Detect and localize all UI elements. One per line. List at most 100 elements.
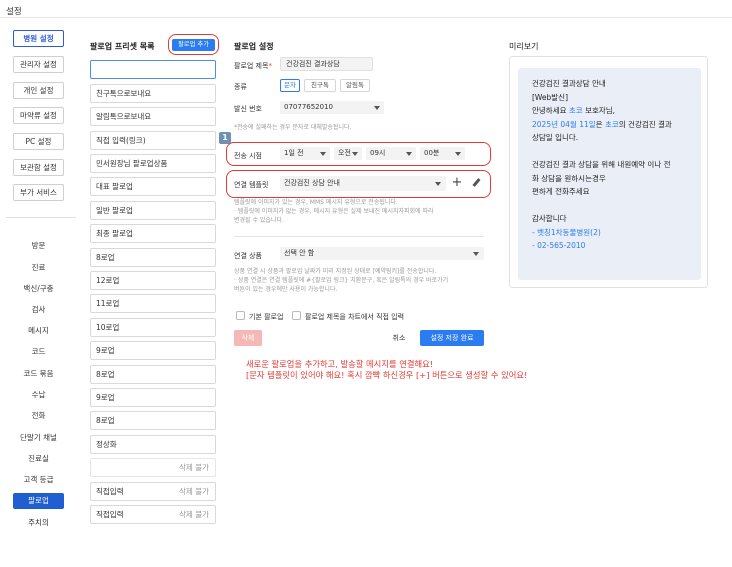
preset-item[interactable]: 최종 팔로업 bbox=[90, 224, 216, 243]
preset-item-label: 정상화 bbox=[96, 440, 117, 449]
preview-text: 건강검진 결과상담 안내 bbox=[532, 79, 606, 88]
preset-item-label: 11로업 bbox=[96, 299, 120, 308]
cancel-button[interactable]: 취소 bbox=[385, 330, 413, 346]
nav-item-10[interactable]: 진료실 bbox=[0, 453, 77, 464]
nav-item-3[interactable]: 검사 bbox=[0, 304, 77, 315]
preset-item[interactable]: 정상화 bbox=[90, 435, 216, 454]
preset-item[interactable]: 11로업 bbox=[90, 294, 216, 313]
save-settings-button[interactable]: 설정 저장 완료 bbox=[420, 330, 484, 346]
default-followup-label: 기본 팔로업 bbox=[249, 313, 284, 321]
preset-item-label: 친구톡으로보내요 bbox=[96, 89, 152, 98]
preview-text: 화 상담을 원하시는경우 bbox=[532, 173, 606, 183]
preview-text: 안녕하세요 bbox=[532, 106, 569, 115]
edit-template-icon[interactable] bbox=[469, 176, 483, 190]
divider bbox=[234, 236, 484, 237]
preview-text: [Web발신] bbox=[532, 92, 569, 102]
default-followup-checkbox[interactable] bbox=[236, 311, 245, 320]
nav-item-12[interactable]: 팔로업 bbox=[13, 493, 64, 509]
nav-item-2[interactable]: 백신/구충 bbox=[0, 283, 77, 294]
nav-button-6[interactable]: 부가 서비스 bbox=[13, 184, 64, 201]
nav-button-1[interactable]: 관리자 설정 bbox=[13, 56, 64, 73]
name-field[interactable]: 건강검진 결과상담 bbox=[280, 57, 373, 71]
preset-item-lock: 삭제 불가 bbox=[179, 463, 209, 472]
chevron-down-icon bbox=[352, 152, 358, 156]
add-template-icon[interactable]: + bbox=[450, 176, 464, 190]
preview-text: 초코 bbox=[568, 106, 583, 115]
product-select[interactable]: 선택 안 함 bbox=[280, 247, 484, 260]
product-label: 연결 상품 bbox=[234, 252, 262, 260]
preset-item-label: 10로업 bbox=[96, 323, 120, 332]
preview-text: - 02-565-2010 bbox=[532, 241, 586, 250]
preview-line: [Web발신] bbox=[532, 92, 568, 103]
type-label: 종류 bbox=[234, 83, 247, 91]
preset-item[interactable]: 9로업 bbox=[90, 388, 216, 407]
preset-item[interactable]: 8로업 bbox=[90, 365, 216, 384]
preset-item-label: 12로업 bbox=[96, 276, 120, 285]
template-label: 연결 템플릿 bbox=[234, 181, 269, 189]
preset-search-input[interactable] bbox=[90, 60, 216, 79]
preset-list-title: 팔로업 프리셋 목록 bbox=[90, 42, 155, 51]
nav-button-3[interactable]: 마약류 설정 bbox=[13, 107, 64, 124]
nav-item-7[interactable]: 수납 bbox=[0, 389, 77, 400]
preset-item-lock: 삭제 불가 bbox=[179, 510, 209, 519]
preset-item[interactable]: 알림톡으로보내요 bbox=[90, 107, 216, 126]
sender-select[interactable]: 07077652010 bbox=[280, 101, 384, 114]
product-hint: 상품 연결 시 상품과 팔로업 날짜가 미리 지정된 상태로 [예약팀키]를 전… bbox=[234, 268, 449, 293]
nav-item-13[interactable]: 주치의 bbox=[0, 517, 77, 528]
send-time-label: 전송 시점 bbox=[234, 152, 262, 160]
template-select[interactable]: 건강검진 상담 안내 bbox=[280, 176, 446, 191]
preview-line: 안녕하세요 초코 보호자님, bbox=[532, 105, 615, 116]
preset-item[interactable]: 직접 입력(링크) bbox=[90, 131, 216, 150]
nav-item-1[interactable]: 진료 bbox=[0, 262, 77, 273]
direct-input-label: 팔로업 제목을 차트에서 직접 입력 bbox=[305, 313, 405, 321]
nav-item-8[interactable]: 전화 bbox=[0, 410, 77, 421]
preset-item[interactable]: 10로업 bbox=[90, 318, 216, 337]
preset-item[interactable]: 일반 팔로업 bbox=[90, 201, 216, 220]
preview-text: 보호자님, bbox=[582, 106, 616, 115]
preset-item[interactable]: 삭제 불가 bbox=[90, 458, 216, 477]
preview-line: - 02-565-2010 bbox=[532, 240, 585, 251]
type-chip-0[interactable]: 문자 bbox=[280, 79, 300, 92]
preset-item[interactable]: 직접입력 삭제 불가 bbox=[90, 482, 216, 501]
nav-item-4[interactable]: 메시지 bbox=[0, 325, 77, 336]
nav-item-5[interactable]: 코드 bbox=[0, 346, 77, 357]
nav-button-0[interactable]: 병원 설정 bbox=[13, 30, 64, 47]
chevron-down-icon bbox=[320, 152, 326, 156]
preview-text: 은 bbox=[595, 119, 605, 129]
chevron-down-icon bbox=[435, 182, 441, 186]
preview-line: 감사합니다 bbox=[532, 213, 567, 224]
preset-item-label: 알림톡으로보내요 bbox=[96, 112, 152, 121]
nav-item-0[interactable]: 방문 bbox=[0, 240, 77, 251]
direct-input-checkbox[interactable] bbox=[292, 311, 301, 320]
chevron-down-icon bbox=[406, 152, 412, 156]
preset-item-label: 일반 팔로업 bbox=[96, 206, 133, 215]
type-chip-1[interactable]: 친구톡 bbox=[304, 79, 336, 92]
preset-item[interactable]: 8로업 bbox=[90, 248, 216, 267]
template-hint: 템플릿에 이미지가 있는 경우, MMS 메시지 유형으로 전송됩니다. · 템… bbox=[234, 199, 434, 224]
preview-title: 미리보기 bbox=[509, 42, 539, 51]
preset-item[interactable]: 8로업 bbox=[90, 411, 216, 430]
nav-item-6[interactable]: 코드 묶음 bbox=[0, 368, 77, 379]
preset-item[interactable]: 직접입력 삭제 불가 bbox=[90, 505, 216, 524]
chevron-down-icon bbox=[455, 152, 461, 156]
nav-divider bbox=[6, 217, 76, 218]
name-label: 팔로업 제목* bbox=[234, 62, 272, 70]
preset-item[interactable]: 민서원장님 팔로업상품 bbox=[90, 154, 216, 173]
nav-item-11[interactable]: 고객 등급 bbox=[0, 474, 77, 485]
nav-button-4[interactable]: PC 설정 bbox=[13, 133, 64, 150]
preview-line: 편하게 전화주세요 bbox=[532, 186, 590, 197]
preset-item[interactable]: 12로업 bbox=[90, 271, 216, 290]
annotation-note: 새로운 팔로업을 추가하고, 발송할 메시지를 연결해요! [문자 템플릿이 있어… bbox=[246, 359, 527, 381]
preview-text: 편하게 전화주세요 bbox=[532, 187, 590, 196]
chevron-down-icon bbox=[473, 252, 479, 256]
nav-button-2[interactable]: 개인 설정 bbox=[13, 82, 64, 99]
preset-item[interactable]: 대표 팔로업 bbox=[90, 177, 216, 196]
preset-item[interactable]: 9로업 bbox=[90, 341, 216, 360]
type-chip-2[interactable]: 알림톡 bbox=[340, 79, 370, 92]
delete-button[interactable]: 삭제 bbox=[234, 330, 262, 346]
nav-button-5[interactable]: 보관함 설정 bbox=[13, 159, 64, 176]
preset-item[interactable]: 친구톡으로보내요 bbox=[90, 84, 216, 103]
sender-hint: *전송에 실패하는 경우 문자로 대체발송됩니다. bbox=[234, 124, 352, 131]
preview-text: 초코 bbox=[604, 119, 619, 129]
nav-item-9[interactable]: 단말기 채널 bbox=[0, 432, 77, 443]
